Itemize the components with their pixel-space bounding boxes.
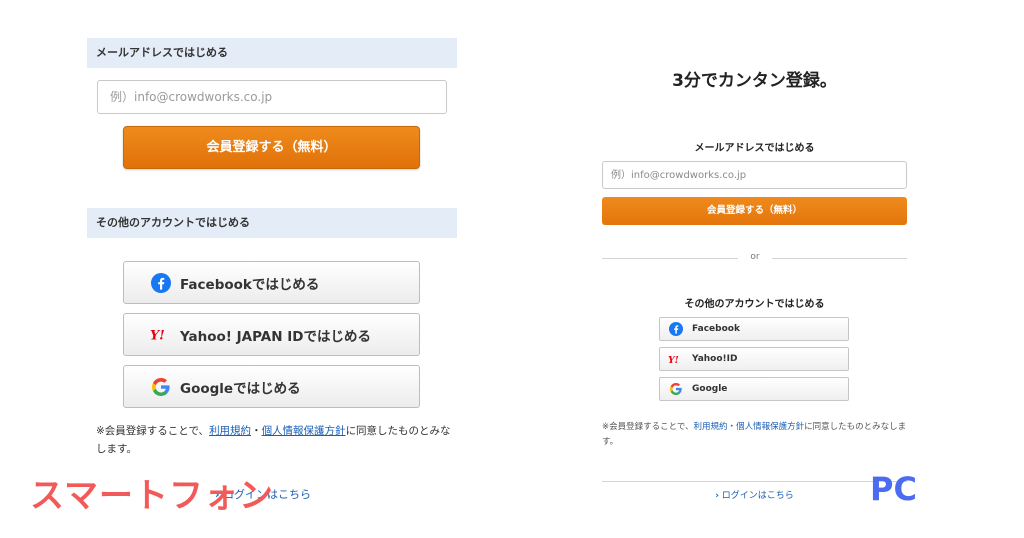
or-divider-right — [772, 258, 907, 259]
svg-text:Y!: Y! — [668, 354, 679, 364]
notice-prefix: ※会員登録することで、 — [96, 425, 210, 437]
google-login-button[interactable]: Google — [659, 377, 849, 401]
facebook-login-label: Facebookではじめる — [180, 276, 320, 293]
yahoo-japan-icon: Y! — [668, 354, 684, 364]
footer-divider — [602, 481, 907, 482]
chevron-right-icon: › — [715, 491, 719, 501]
google-login-label: Google — [692, 384, 728, 394]
facebook-icon — [150, 272, 172, 293]
terms-notice: ※会員登録することで、利用規約・個人情報保護方針に同意したものとみなします。 — [96, 422, 451, 458]
notice-separator: ・ — [727, 422, 737, 432]
google-login-label: Googleではじめる — [180, 380, 301, 397]
email-section-header: メールアドレスではじめる — [694, 143, 815, 154]
or-divider-left — [602, 258, 738, 259]
or-divider-text: or — [750, 252, 760, 262]
facebook-login-label: Facebook — [692, 324, 740, 334]
facebook-login-button[interactable]: Facebookではじめる — [123, 261, 420, 304]
other-accounts-section-header: その他のアカウントではじめる — [87, 208, 457, 238]
terms-link[interactable]: 利用規約 — [209, 425, 251, 437]
google-icon — [668, 383, 684, 395]
notice-prefix: ※会員登録することで、 — [602, 422, 694, 432]
terms-notice: ※会員登録することで、利用規約・個人情報保護方針に同意したものとみなします。 — [602, 420, 912, 450]
privacy-policy-link[interactable]: 個人情報保護方針 — [736, 422, 804, 432]
login-link[interactable]: › ログインはこちら — [602, 488, 907, 501]
notice-separator: ・ — [251, 425, 262, 437]
email-section-header: メールアドレスではじめる — [87, 38, 457, 68]
privacy-policy-link[interactable]: 個人情報保護方針 — [262, 425, 346, 437]
smartphone-caption: スマートフォン — [30, 476, 274, 516]
register-button[interactable]: 会員登録する（無料） — [123, 126, 420, 169]
other-accounts-section-header: その他のアカウントではじめる — [684, 299, 825, 310]
svg-text:Y!: Y! — [150, 328, 165, 341]
google-icon — [150, 377, 172, 396]
yahoo-japan-icon: Y! — [150, 328, 172, 341]
yahoo-login-button[interactable]: Y! Yahoo! JAPAN IDではじめる — [123, 313, 420, 356]
email-input[interactable] — [97, 80, 447, 114]
yahoo-login-label: Yahoo! JAPAN IDではじめる — [180, 328, 371, 345]
page-title: 3分でカンタン登録。 — [672, 71, 837, 91]
facebook-icon — [668, 322, 684, 336]
email-input[interactable] — [602, 161, 907, 189]
google-login-button[interactable]: Googleではじめる — [123, 365, 420, 408]
login-link-label: ログインはこちら — [721, 491, 794, 501]
yahoo-login-button[interactable]: Y! Yahoo!ID — [659, 347, 849, 371]
terms-link[interactable]: 利用規約 — [694, 422, 728, 432]
yahoo-login-label: Yahoo!ID — [692, 354, 738, 364]
register-button[interactable]: 会員登録する（無料） — [602, 197, 907, 225]
facebook-login-button[interactable]: Facebook — [659, 317, 849, 341]
pc-caption: PC — [870, 470, 917, 508]
